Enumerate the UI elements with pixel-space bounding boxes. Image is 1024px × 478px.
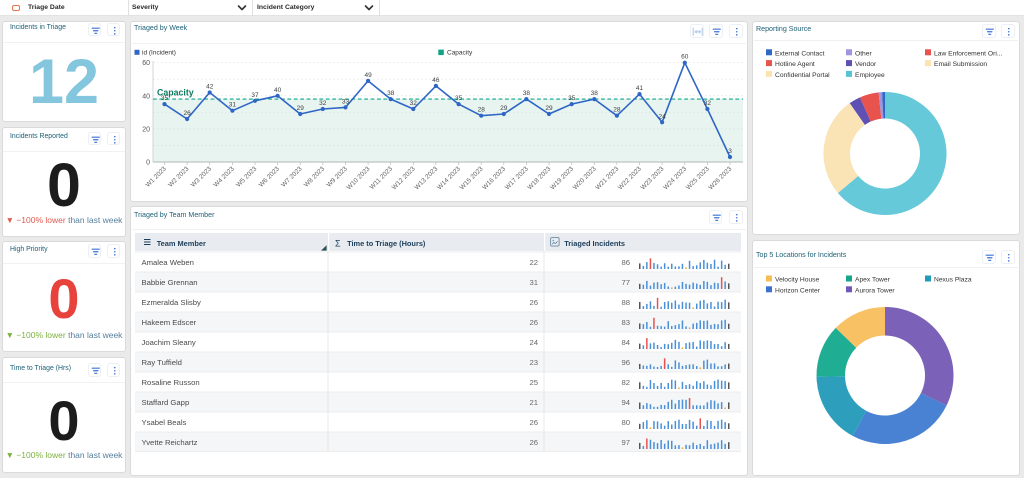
svg-text:Apex Tower: Apex Tower: [855, 277, 891, 284]
svg-text:37: 37: [251, 92, 259, 99]
svg-text:Staffard Gapp: Staffard Gapp: [142, 398, 190, 407]
svg-text:29: 29: [297, 105, 305, 112]
svg-text:W23 2023: W23 2023: [640, 165, 666, 191]
svg-text:29: 29: [545, 105, 553, 112]
svg-text:W18 2023: W18 2023: [527, 165, 553, 191]
svg-text:96: 96: [621, 358, 630, 367]
svg-text:41: 41: [636, 85, 644, 92]
svg-text:84: 84: [621, 338, 630, 347]
svg-text:W3 2023: W3 2023: [190, 165, 214, 189]
svg-text:35: 35: [455, 95, 463, 102]
svg-text:Yvette Reichartz: Yvette Reichartz: [142, 438, 198, 447]
svg-text:31: 31: [229, 102, 237, 109]
svg-text:40: 40: [142, 93, 150, 100]
svg-text:38: 38: [591, 90, 599, 97]
svg-text:38: 38: [387, 90, 395, 97]
svg-text:Babbie Grennan: Babbie Grennan: [142, 278, 198, 287]
svg-text:24: 24: [529, 338, 538, 347]
svg-text:46: 46: [432, 77, 440, 84]
svg-text:W2 2023: W2 2023: [167, 165, 191, 189]
svg-text:Capacity: Capacity: [447, 50, 473, 57]
svg-text:Triaged Incidents: Triaged Incidents: [564, 239, 625, 248]
svg-text:83: 83: [621, 318, 630, 327]
svg-text:32: 32: [410, 100, 418, 107]
svg-text:88: 88: [621, 298, 630, 307]
svg-text:Joachim Sleany: Joachim Sleany: [142, 338, 196, 347]
svg-text:W13 2023: W13 2023: [413, 165, 439, 191]
svg-text:49: 49: [364, 72, 372, 79]
svg-text:Ysabel Beals: Ysabel Beals: [142, 418, 187, 427]
svg-text:W26 2023: W26 2023: [708, 165, 734, 191]
svg-text:77: 77: [621, 278, 630, 287]
svg-text:60: 60: [142, 60, 150, 67]
svg-text:25: 25: [529, 378, 538, 387]
svg-text:82: 82: [621, 378, 630, 387]
svg-text:External Contact: External Contact: [775, 50, 825, 57]
svg-text:Other: Other: [855, 50, 872, 57]
svg-text:id (Incident): id (Incident): [142, 49, 176, 56]
svg-text:Amalea Weben: Amalea Weben: [142, 258, 194, 267]
svg-text:26: 26: [529, 418, 538, 427]
svg-text:35: 35: [161, 95, 169, 102]
svg-text:Ray Tuffield: Ray Tuffield: [142, 358, 182, 367]
svg-text:W8 2023: W8 2023: [303, 165, 327, 189]
svg-text:20: 20: [142, 126, 150, 133]
svg-text:26: 26: [183, 110, 191, 117]
svg-text:40: 40: [274, 87, 282, 94]
svg-text:22: 22: [529, 258, 538, 267]
svg-text:32: 32: [319, 100, 327, 107]
svg-text:W5 2023: W5 2023: [235, 165, 259, 189]
svg-text:Rosaline Russon: Rosaline Russon: [142, 378, 200, 387]
svg-text:W6 2023: W6 2023: [258, 165, 282, 189]
svg-text:80: 80: [621, 418, 630, 427]
svg-text:94: 94: [621, 398, 630, 407]
svg-text:Σ: Σ: [335, 239, 341, 249]
svg-text:35: 35: [568, 95, 576, 102]
svg-text:Employee: Employee: [855, 72, 885, 79]
svg-text:21: 21: [529, 398, 538, 407]
svg-text:24: 24: [658, 113, 666, 120]
svg-text:26: 26: [529, 438, 538, 447]
svg-text:42: 42: [206, 84, 214, 91]
svg-text:60: 60: [681, 54, 689, 61]
svg-text:W4 2023: W4 2023: [212, 165, 236, 189]
svg-text:86: 86: [621, 258, 630, 267]
svg-text:23: 23: [529, 358, 538, 367]
svg-text:Ezmeralda Slisby: Ezmeralda Slisby: [142, 298, 202, 307]
svg-text:Vendor: Vendor: [855, 61, 877, 68]
svg-text:3: 3: [728, 148, 732, 155]
svg-text:Team Member: Team Member: [157, 239, 206, 248]
svg-text:Aurora Tower: Aurora Tower: [855, 287, 895, 294]
svg-text:W1 2023: W1 2023: [145, 165, 169, 189]
svg-text:W7 2023: W7 2023: [280, 165, 304, 189]
svg-text:0: 0: [146, 160, 150, 167]
svg-text:W10 2023: W10 2023: [346, 165, 372, 191]
svg-text:32: 32: [704, 100, 712, 107]
svg-text:38: 38: [523, 90, 531, 97]
svg-text:Email Submission: Email Submission: [934, 61, 987, 68]
svg-text:Law Enforcement Ori...: Law Enforcement Ori...: [934, 50, 1003, 57]
svg-text:Nexus Plaza: Nexus Plaza: [934, 277, 972, 284]
svg-text:31: 31: [529, 278, 538, 287]
svg-text:26: 26: [529, 298, 538, 307]
svg-text:28: 28: [478, 107, 486, 114]
svg-text:97: 97: [621, 438, 630, 447]
svg-text:Confidential Portal: Confidential Portal: [775, 72, 830, 79]
svg-text:Hotline Agent: Hotline Agent: [775, 61, 815, 68]
svg-text:28: 28: [613, 107, 621, 114]
svg-text:33: 33: [342, 98, 350, 105]
svg-text:26: 26: [529, 318, 538, 327]
svg-text:Horizon Center: Horizon Center: [775, 287, 821, 294]
svg-text:Time to Triage (Hours): Time to Triage (Hours): [347, 239, 426, 248]
svg-text:29: 29: [500, 105, 508, 112]
svg-text:Velocity House: Velocity House: [775, 277, 820, 284]
svg-text:Hakeem Edscer: Hakeem Edscer: [142, 318, 197, 327]
